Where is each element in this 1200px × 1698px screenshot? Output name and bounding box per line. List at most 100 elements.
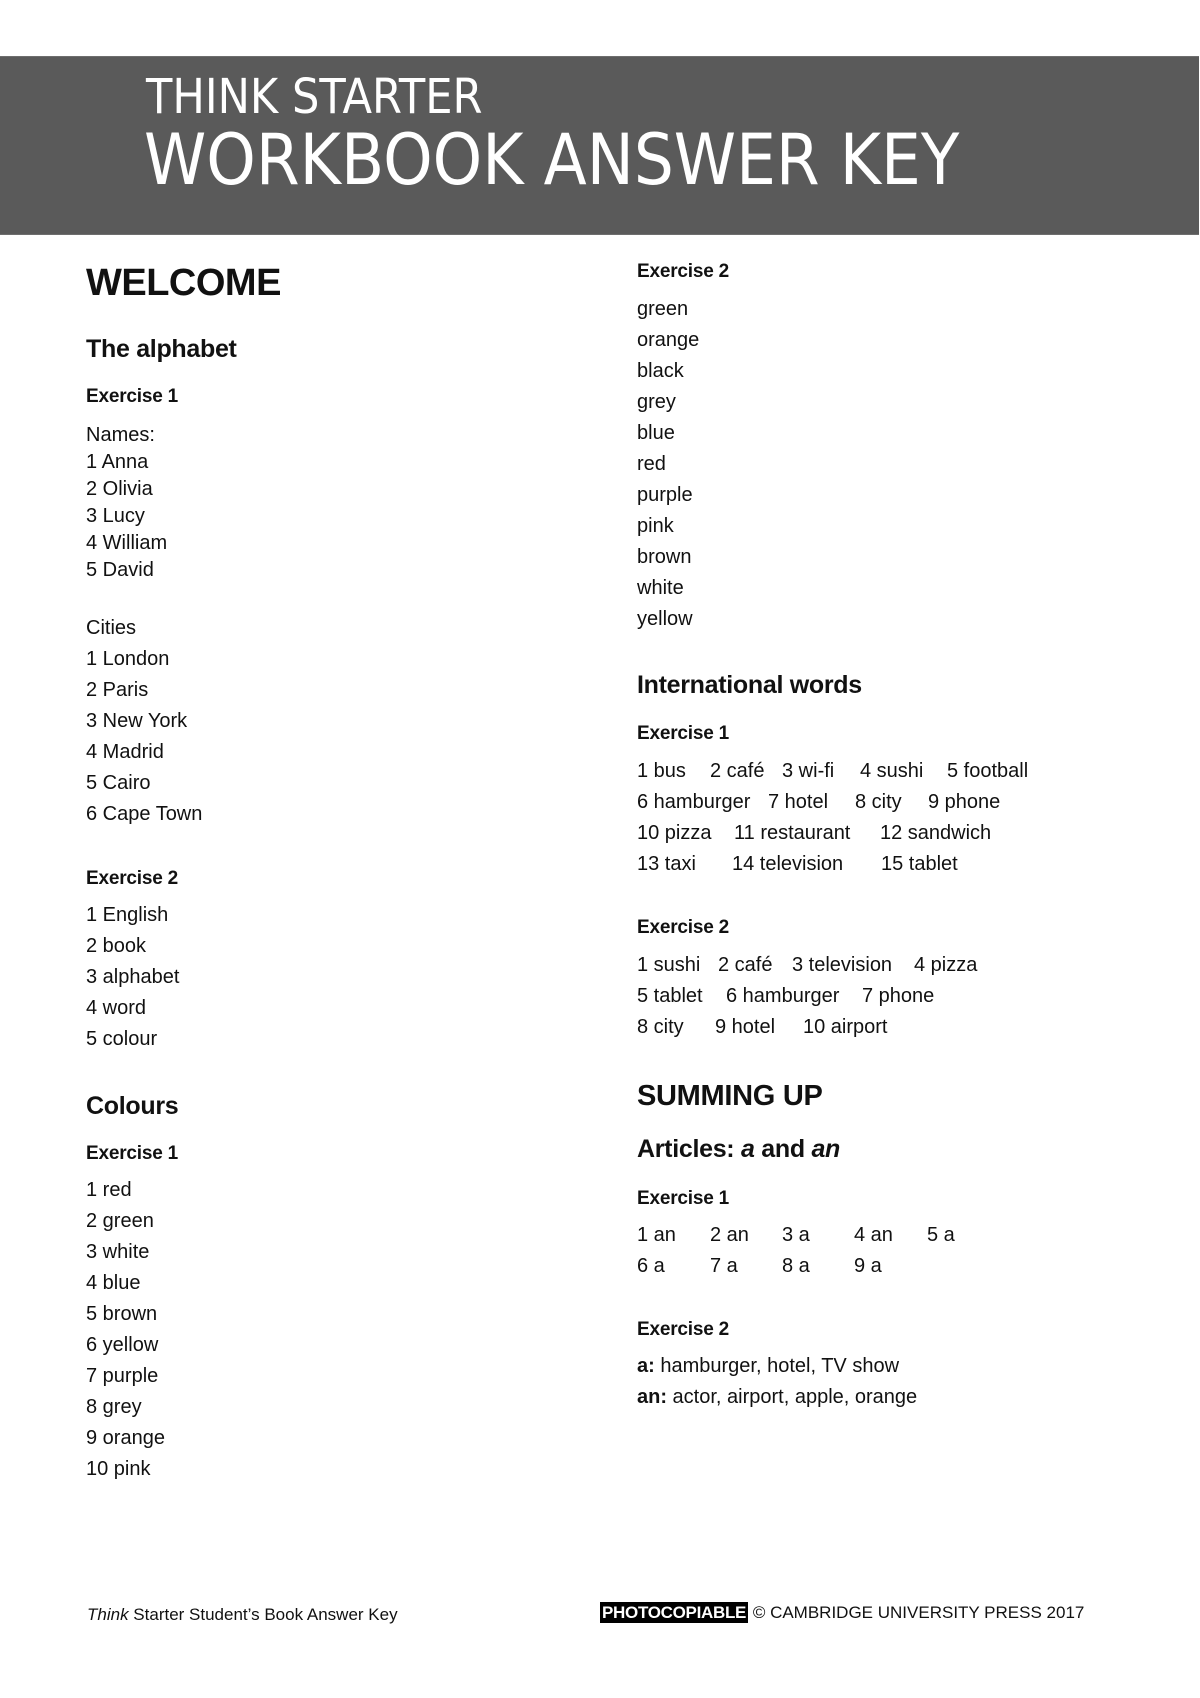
- section-title-alphabet: The alphabet: [86, 335, 237, 363]
- answer-item: 2 an: [710, 1224, 749, 1246]
- answer-item: 8 a: [782, 1255, 810, 1277]
- exercise-label: Exercise 1: [637, 1188, 730, 1209]
- answer-item: 6 Cape Town: [86, 803, 203, 825]
- answer-item: 8 grey: [86, 1396, 142, 1418]
- answer-row: 6 a 7 a 8 a 9 a: [637, 1251, 1117, 1282]
- international-exercise2-grid: 1 sushi 2 café 3 television 4 pizza 5 ta…: [637, 950, 1117, 1043]
- names-label: Names:: [86, 424, 155, 446]
- answer-item: 9 hotel: [715, 1016, 776, 1038]
- articles-exercise2-answers: a: hamburger, hotel, TV show an: actor, …: [637, 1351, 917, 1413]
- answer-item: 5 a: [927, 1224, 955, 1246]
- answer-item: 6 a: [637, 1255, 665, 1277]
- answer-item: 3 Lucy: [86, 505, 145, 527]
- answer-item: green: [637, 298, 689, 320]
- articles-title-an: an: [811, 1135, 841, 1163]
- international-exercise1-grid: 1 bus 2 café 3 wi-fi 4 sushi 5 football …: [637, 756, 1117, 880]
- articles-exercise1-grid: 1 an 2 an 3 a 4 an 5 a 6 a 7 a 8 a 9 a: [637, 1220, 1117, 1282]
- answer-item: 2 book: [86, 935, 147, 957]
- header-band: THINK STARTER WORKBOOK ANSWER KEY: [0, 56, 1199, 235]
- answer-item: 7 purple: [86, 1365, 159, 1387]
- answer-item: 3 alphabet: [86, 966, 180, 988]
- answer-item: 2 Olivia: [86, 478, 153, 500]
- answer-item: 2 café: [718, 954, 773, 976]
- answer-item: 9 phone: [928, 791, 1001, 813]
- footer-right: PHOTOCOPIABLE © CAMBRIDGE UNIVERSITY PRE…: [600, 1602, 1085, 1623]
- copyright-text: © CAMBRIDGE UNIVERSITY PRESS 2017: [748, 1603, 1085, 1622]
- answer-item: 6 yellow: [86, 1334, 159, 1356]
- answer-item: 4 an: [854, 1224, 893, 1246]
- exercise-label: Exercise 1: [637, 723, 730, 744]
- colours-exercise1-answers: 1 red 2 green 3 white 4 blue 5 brown 6 y…: [86, 1175, 165, 1485]
- answer-item: 8 city: [637, 1016, 684, 1038]
- header-title: WORKBOOK ANSWER KEY: [144, 119, 960, 201]
- articles-title-a: a: [740, 1135, 755, 1163]
- answer-item: 4 pizza: [914, 954, 978, 976]
- answer-item: yellow: [637, 608, 693, 630]
- footer-left: Think Starter Student’s Book Answer Key: [87, 1605, 398, 1625]
- answer-row: 5 tablet 6 hamburger 7 phone: [637, 981, 1117, 1012]
- footer-book-title-italic: Think: [87, 1605, 129, 1624]
- answer-item: white: [637, 577, 684, 599]
- answer-item: 4 William: [86, 532, 168, 554]
- answer-item: 5 tablet: [637, 985, 703, 1007]
- cities-list: Cities 1 London 2 Paris 3 New York 4 Mad…: [86, 613, 202, 830]
- answer-item: black: [637, 360, 684, 382]
- answer-item: 4 sushi: [860, 760, 924, 782]
- answer-item: 1 red: [86, 1179, 132, 1201]
- footer-book-title: Starter Student’s Book Answer Key: [128, 1605, 398, 1624]
- an-words: actor, airport, apple, orange: [667, 1386, 918, 1408]
- cities-label: Cities: [86, 617, 137, 639]
- answer-item: 1 London: [86, 648, 170, 670]
- answer-item: 3 television: [792, 954, 893, 976]
- answer-line-a: a: hamburger, hotel, TV show: [637, 1351, 917, 1382]
- answer-item: 10 pizza: [637, 822, 712, 844]
- answer-item: 1 bus: [637, 760, 686, 782]
- answer-row: 13 taxi 14 television 15 tablet: [637, 849, 1117, 880]
- answer-item: grey: [637, 391, 676, 413]
- answer-item: 9 orange: [86, 1427, 165, 1449]
- alphabet-exercise2-answers: 1 English 2 book 3 alphabet 4 word 5 col…: [86, 900, 179, 1055]
- header-subtitle: THINK STARTER: [146, 69, 483, 125]
- section-title-colours: Colours: [86, 1092, 179, 1120]
- answer-item: 1 Anna: [86, 451, 149, 473]
- answer-row: 1 an 2 an 3 a 4 an 5 a: [637, 1220, 1117, 1251]
- an-label: an:: [637, 1386, 667, 1408]
- answer-item: orange: [637, 329, 700, 351]
- answer-item: 3 a: [782, 1224, 810, 1246]
- answer-item: pink: [637, 515, 674, 537]
- answer-item: 7 a: [710, 1255, 738, 1277]
- answer-item: 4 blue: [86, 1272, 141, 1294]
- answer-item: 4 Madrid: [86, 741, 164, 763]
- answer-item: 3 wi-fi: [782, 760, 835, 782]
- exercise-label: Exercise 2: [637, 917, 730, 938]
- answer-item: 5 colour: [86, 1028, 158, 1050]
- answer-row: 1 sushi 2 café 3 television 4 pizza: [637, 950, 1117, 981]
- answer-item: 12 sandwich: [880, 822, 992, 844]
- exercise-label: Exercise 1: [86, 1143, 179, 1164]
- answer-row: 1 bus 2 café 3 wi-fi 4 sushi 5 football: [637, 756, 1117, 787]
- answer-item: 10 pink: [86, 1458, 151, 1480]
- unit-title-summing-up: SUMMING UP: [637, 1080, 823, 1112]
- colours-exercise2-answers: green orange black grey blue red purple …: [637, 294, 699, 635]
- exercise-label: Exercise 2: [637, 1319, 730, 1340]
- articles-title-and: and: [754, 1135, 812, 1163]
- answer-item: 2 Paris: [86, 679, 149, 701]
- answer-line-an: an: actor, airport, apple, orange: [637, 1382, 917, 1413]
- photocopiable-badge: PHOTOCOPIABLE: [600, 1602, 749, 1623]
- answer-row: 6 hamburger 7 hotel 8 city 9 phone: [637, 787, 1117, 818]
- a-words: hamburger, hotel, TV show: [654, 1355, 900, 1377]
- answer-item: 13 taxi: [637, 853, 696, 875]
- answer-item: brown: [637, 546, 692, 568]
- names-list: Names: 1 Anna 2 Olivia 3 Lucy 4 William …: [86, 422, 167, 584]
- answer-item: 1 an: [637, 1224, 676, 1246]
- articles-title-prefix: Articles:: [637, 1135, 741, 1163]
- answer-row: 8 city 9 hotel 10 airport: [637, 1012, 1117, 1043]
- section-title-articles: Articles: a and an: [637, 1135, 840, 1164]
- answer-item: 11 restaurant: [734, 822, 851, 844]
- answer-item: 4 word: [86, 997, 147, 1019]
- answer-item: 9 a: [854, 1255, 882, 1277]
- answer-item: purple: [637, 484, 693, 506]
- answer-row: 10 pizza 11 restaurant 12 sandwich: [637, 818, 1117, 849]
- answer-item: 15 tablet: [881, 853, 958, 875]
- answer-item: 10 airport: [803, 1016, 888, 1038]
